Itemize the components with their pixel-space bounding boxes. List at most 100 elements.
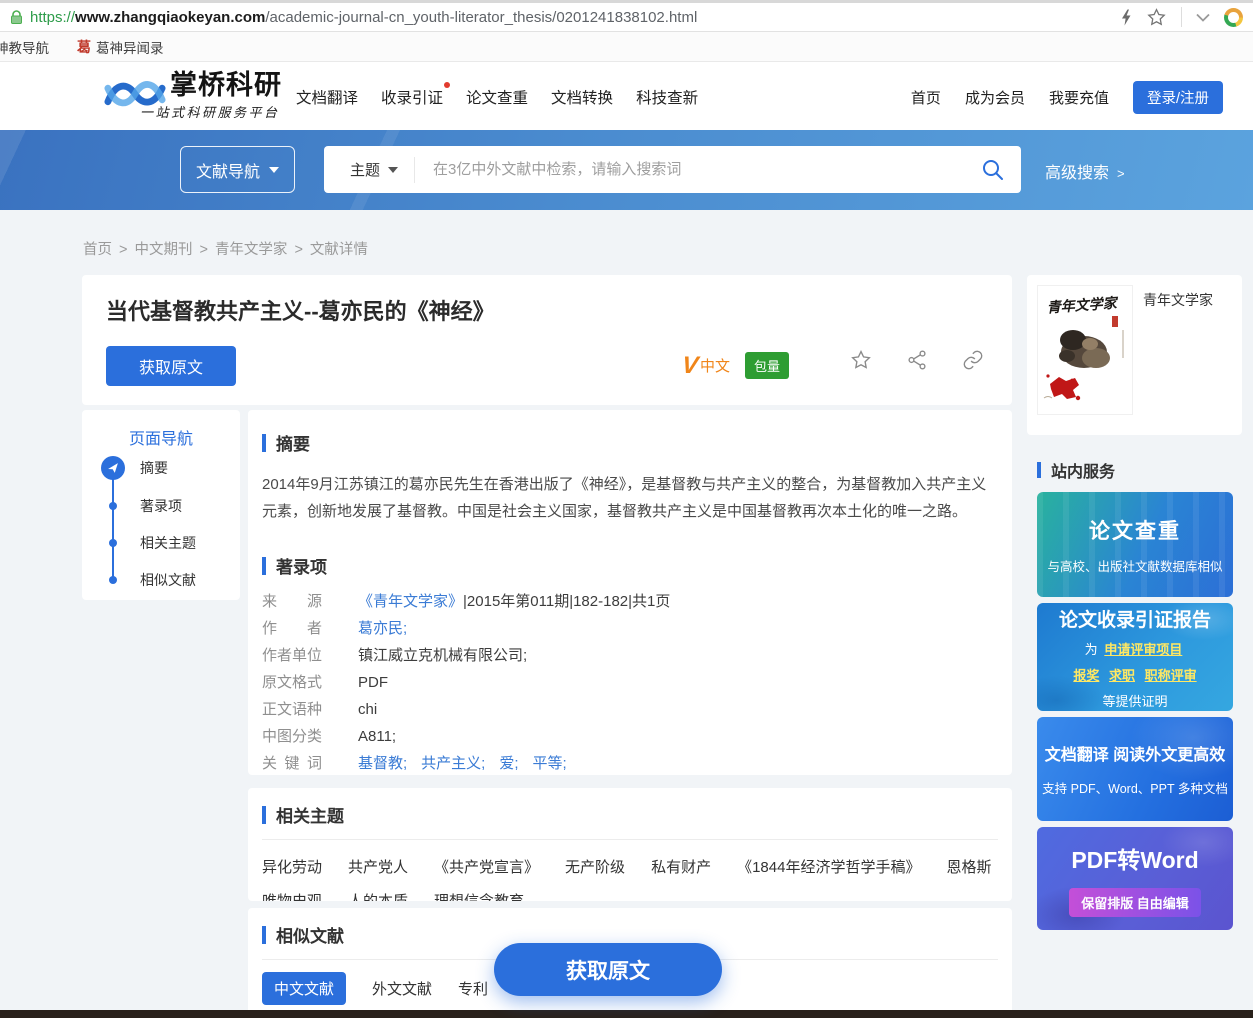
page-nav-similar-docs[interactable]: 相似文献 [140,570,196,590]
affiliation-value: 镇江威立克机械有限公司; [358,646,527,666]
nav-citation-report[interactable]: 收录引证 [381,86,443,108]
favorite-star-icon[interactable] [850,349,872,371]
similar-docs-heading: 相似文献 [276,922,344,947]
flash-icon[interactable] [1120,9,1132,26]
topic-link[interactable]: 私有财产 [651,856,711,877]
section-bar [262,557,266,575]
url-text[interactable]: https://www.zhangqiaokeyan.com/academic-… [30,9,697,26]
abstract-text: 2014年9月江苏镇江的葛亦民先生在香港出版了《神经》，是基督教与共产主义的整合… [262,471,988,525]
section-bar [262,806,266,824]
breadcrumb-cn-journal[interactable]: 中文期刊 [134,238,214,259]
bib-row-keywords: 关键词 基督教; 共产主义; 爱; 平等; [262,754,998,774]
topic-link[interactable]: 人的本质 [348,890,408,901]
page-nav-related-topics[interactable]: 相关主题 [140,533,196,553]
keyword-link[interactable]: 基督教; [358,754,407,774]
bookmark-star-icon[interactable] [1146,7,1167,28]
tab-chinese-docs[interactable]: 中文文献 [262,972,346,1005]
topic-link[interactable]: 《1844年经济学哲学手稿》 [737,856,920,877]
bookmark-favicon: 葛 [77,37,91,57]
toolbar-divider [1181,7,1182,27]
link-icon[interactable] [962,349,984,371]
search-input[interactable] [415,161,965,178]
literature-nav-button[interactable]: 文献导航 [180,146,295,193]
keyword-link[interactable]: 共产主义; [421,754,485,774]
article-header-card: 当代基督教共产主义--葛亦民的《神经》 获取原文 V 中文 包量 [82,275,1012,405]
nav-doc-convert[interactable]: 文档转换 [551,86,613,108]
footer-edge-bar [0,1010,1253,1018]
nav-tech-novelty[interactable]: 科技查新 [636,86,698,108]
lock-icon [10,10,23,25]
author-link[interactable]: 葛亦民; [358,620,407,637]
bookmark-item[interactable]: 神教导航 [0,37,49,57]
get-fulltext-button[interactable]: 获取原文 [106,346,236,386]
topic-link[interactable]: 唯物史观 [262,890,322,901]
citation-link-project[interactable]: 申请评审项目 [1104,642,1182,657]
service-doc-translation[interactable]: 文档翻译 阅读外文更高效 支持 PDF、Word、PPT 多种文档 [1037,717,1233,821]
address-bar[interactable]: https://www.zhangqiaokeyan.com/academic-… [0,3,1253,32]
page-nav-card: 页面导航 摘要 著录项 相关主题 相似文献 [82,410,240,600]
topic-link[interactable]: 异化劳动 [262,856,322,877]
nav-plagiarism-check[interactable]: 论文查重 [466,86,528,108]
related-topics-heading: 相关主题 [276,802,344,827]
bibliography-heading: 著录项 [276,553,327,578]
nav-home[interactable]: 首页 [911,87,941,108]
page-nav-abstract[interactable]: 摘要 [140,458,168,478]
breadcrumb-home[interactable]: 首页 [83,238,134,259]
tab-patents[interactable]: 专利 [458,972,488,1005]
journal-cover-image[interactable]: 青年文学家 [1037,285,1133,415]
page: https://www.zhangqiaokeyan.com/academic-… [0,0,1253,1018]
service-plagiarism-check[interactable]: 论文查重 与高校、出版社文献数据库相似 [1037,492,1233,597]
bookmarks-bar: 神教导航 葛 葛神异闻录 [0,32,1253,62]
topic-link[interactable]: 恩格斯 [946,856,991,877]
breadcrumb-journal[interactable]: 青年文学家 [215,238,310,259]
search-button[interactable] [965,158,1021,182]
citation-link-title[interactable]: 职称评审 [1145,668,1197,683]
browser-avatar[interactable] [1224,8,1243,27]
topic-link[interactable]: 理想信念教育 [434,890,524,901]
bookmark-item[interactable]: 葛 葛神异闻录 [77,37,164,57]
clc-value: A811; [358,727,396,747]
topic-link[interactable]: 共产党人 [348,856,408,877]
site-logo[interactable]: 掌桥科研 一站式科研服务平台 [104,70,282,121]
login-register-button[interactable]: 登录/注册 [1133,81,1223,114]
bib-row-clc: 中图分类 A811; [262,727,998,747]
citation-link-job[interactable]: 求职 [1109,668,1135,683]
bib-row-source: 来源 《青年文学家》|2015年第011期|182-182|共1页 [262,592,998,612]
nav-current-plane-icon [101,456,125,480]
topic-link[interactable]: 无产阶级 [565,856,625,877]
tab-foreign-docs[interactable]: 外文文献 [372,972,432,1005]
timeline-dot [109,502,117,510]
format-value: PDF [358,673,388,693]
chevron-down-icon[interactable] [1196,13,1210,22]
share-icon[interactable] [906,349,928,371]
nav-doc-translate[interactable]: 文档翻译 [296,86,358,108]
site-services-heading: 站内服务 [1051,458,1115,482]
language-badge: 中文 [700,355,730,376]
section-bar [1037,462,1041,478]
journal-link[interactable]: 《青年文学家》 [358,593,463,610]
page-nav-bibliography[interactable]: 著录项 [140,496,182,516]
abstract-heading: 摘要 [276,430,310,455]
service-pdf-to-word[interactable]: PDF转Word 保留排版 自由编辑 [1037,827,1233,930]
nav-become-member[interactable]: 成为会员 [965,87,1025,108]
floating-get-fulltext-button[interactable]: 获取原文 [494,943,722,996]
package-badge: 包量 [745,352,789,379]
journal-name-label[interactable]: 青年文学家 [1143,290,1213,310]
topic-link[interactable]: 《共产党宣言》 [434,856,539,877]
search-icon [981,158,1005,182]
article-detail-card: 摘要 2014年9月江苏镇江的葛亦民先生在香港出版了《神经》，是基督教与共产主义… [248,410,1012,775]
keyword-link[interactable]: 爱; [499,754,518,774]
timeline-line [112,468,114,580]
new-badge-dot [444,82,450,88]
timeline-dot [109,539,117,547]
breadcrumb-current: 文献详情 [310,238,368,259]
article-badges: V 中文 包量 [682,352,789,379]
search-scope-dropdown[interactable]: 主题 [324,159,414,180]
nav-recharge[interactable]: 我要充值 [1049,87,1109,108]
service-citation-report[interactable]: 论文收录引证报告 为 申请评审项目 报奖 求职 职称评审 等提供证明 [1037,603,1233,711]
bib-row-affiliation: 作者单位 镇江威立克机械有限公司; [262,646,998,666]
keyword-link[interactable]: 平等; [533,754,567,774]
search-box: 主题 [324,146,1021,193]
advanced-search-link[interactable]: 高级搜索 [1045,159,1125,183]
citation-link-award[interactable]: 报奖 [1073,668,1099,683]
